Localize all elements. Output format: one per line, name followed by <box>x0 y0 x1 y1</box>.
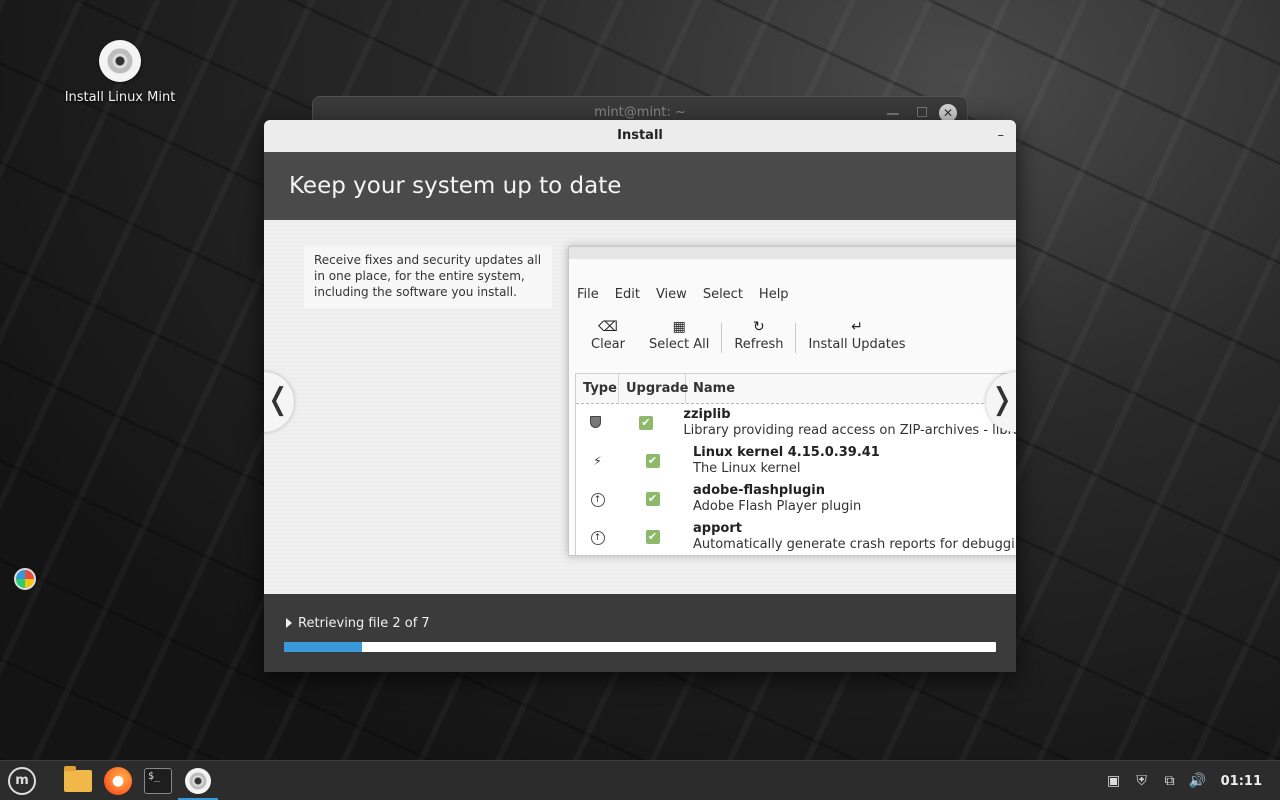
checkbox-checked-icon: ✔ <box>645 454 660 468</box>
um-menu-help: Help <box>758 287 789 302</box>
um-select-all-label: Select All <box>649 337 710 352</box>
system-tray: ▣ ⛨ ⧉ 🔊 01:11 <box>1105 761 1280 800</box>
package-name: zziplib <box>683 407 731 422</box>
desktop: Install Linux Mint mint@mint: ~ ✕ Instal… <box>0 0 1280 760</box>
um-clear-button: ⌫ Clear <box>579 317 637 352</box>
upgrade-arrow-icon: ↑ <box>590 493 605 507</box>
slideshow-prev-button[interactable]: ❬ <box>264 372 294 432</box>
package-description: Library providing read access on ZIP-arc… <box>683 423 1016 438</box>
terminal-minimize-button[interactable] <box>887 113 899 115</box>
um-menu-edit: Edit <box>614 287 640 302</box>
install-window-title: Install <box>617 128 663 143</box>
start-menu-button[interactable]: m <box>2 761 42 800</box>
package-description: Automatically generate crash reports for… <box>693 537 1016 552</box>
progress-status-text: Retrieving file 2 of 7 <box>298 616 430 631</box>
column-upgrade: Upgrade <box>619 374 688 403</box>
package-description: The Linux kernel <box>693 461 801 476</box>
column-name: Name <box>693 381 736 396</box>
clear-icon: ⌫ <box>598 319 618 335</box>
checkbox-checked-icon: ✔ <box>645 492 660 506</box>
table-row: ✔ zziplib Library providing read access … <box>576 404 1016 442</box>
um-titlebar <box>569 247 1016 259</box>
clipboard-icon[interactable]: ▣ <box>1105 773 1123 789</box>
refresh-icon: ↻ <box>753 319 765 335</box>
volume-icon[interactable]: 🔊 <box>1189 773 1207 789</box>
um-menu-view: View <box>655 287 687 302</box>
cd-icon <box>185 768 211 794</box>
um-menubar: File Edit View Select Help <box>569 283 797 307</box>
terminal-title: mint@mint: ~ <box>594 105 686 120</box>
progress-area: Retrieving file 2 of 7 <box>264 594 1016 672</box>
table-header: Type Upgrade Name <box>576 374 1016 404</box>
checkbox-checked-icon: ✔ <box>638 416 653 430</box>
terminal-launcher[interactable]: $_ <box>138 761 178 800</box>
progress-bar-fill <box>284 642 363 652</box>
package-name: Linux kernel 4.15.0.39.41 <box>693 445 880 460</box>
install-linux-mint-desktop-icon[interactable]: Install Linux Mint <box>60 40 180 105</box>
update-manager-screenshot: File Edit View Select Help ⌫ Clear ▦ Sel… <box>568 246 1016 556</box>
cd-icon <box>99 40 141 82</box>
updates-table: Type Upgrade Name ✔ zziplib Library prov… <box>575 373 1016 555</box>
firefox-launcher[interactable]: ● <box>98 761 138 800</box>
desktop-icon-label: Install Linux Mint <box>64 90 176 105</box>
linux-mint-menu-icon: m <box>8 767 36 795</box>
install-window: Install – Keep your system up to date Re… <box>264 120 1016 672</box>
um-clear-label: Clear <box>591 337 625 352</box>
progress-bar <box>284 642 996 652</box>
kernel-bolt-icon: ⚡ <box>593 454 602 468</box>
um-menu-file: File <box>577 287 599 302</box>
installer-taskbar-button[interactable] <box>178 761 218 800</box>
table-row: ↑ ✔ adobe-flashplugin Adobe Flash Player… <box>576 480 1016 518</box>
package-name: adobe-flashplugin <box>693 483 825 498</box>
um-install-updates-button: ↵ Install Updates <box>796 317 917 352</box>
progress-status[interactable]: Retrieving file 2 of 7 <box>286 616 430 631</box>
terminal-maximize-button[interactable] <box>917 107 927 117</box>
package-description: Adobe Flash Player plugin <box>693 499 862 514</box>
expander-arrow-icon[interactable] <box>286 618 292 628</box>
package-name: apport <box>693 521 742 536</box>
slide-description: Receive fixes and security updates all i… <box>304 246 552 308</box>
shield-icon[interactable]: ⛨ <box>1133 773 1151 789</box>
um-menu-select: Select <box>702 287 743 302</box>
select-all-icon: ▦ <box>672 319 686 335</box>
firefox-icon: ● <box>104 767 132 795</box>
um-refresh-button: ↻ Refresh <box>722 317 795 352</box>
install-minimize-button[interactable]: – <box>998 120 1005 152</box>
um-install-updates-label: Install Updates <box>808 337 906 352</box>
um-select-all-button: ▦ Select All <box>637 317 721 352</box>
files-launcher[interactable] <box>58 761 98 800</box>
um-refresh-label: Refresh <box>734 337 784 352</box>
table-row: ↑ ✔ apport Automatically generate crash … <box>576 518 1016 555</box>
desklet-pinwheel-icon[interactable] <box>14 568 36 590</box>
install-titlebar[interactable]: Install – <box>264 120 1016 152</box>
terminal-icon: $_ <box>144 768 172 794</box>
checkbox-checked-icon: ✔ <box>645 530 660 544</box>
table-row: ⚡ ✔ Linux kernel 4.15.0.39.41 The Linux … <box>576 442 1016 480</box>
folder-icon <box>64 766 92 792</box>
taskbar: m ● $_ ▣ ⛨ ⧉ 🔊 01:11 <box>0 760 1280 800</box>
clock[interactable]: 01:11 <box>1221 774 1262 789</box>
column-type: Type <box>576 374 619 403</box>
install-updates-icon: ↵ <box>851 319 863 335</box>
upgrade-arrow-icon: ↑ <box>590 531 605 545</box>
um-toolbar: ⌫ Clear ▦ Select All ↻ Refresh ↵ Install… <box>579 317 918 359</box>
security-shield-icon <box>590 415 602 428</box>
slideshow: Receive fixes and security updates all i… <box>264 220 1016 594</box>
page-heading: Keep your system up to date <box>264 152 1016 220</box>
network-icon[interactable]: ⧉ <box>1161 773 1179 789</box>
